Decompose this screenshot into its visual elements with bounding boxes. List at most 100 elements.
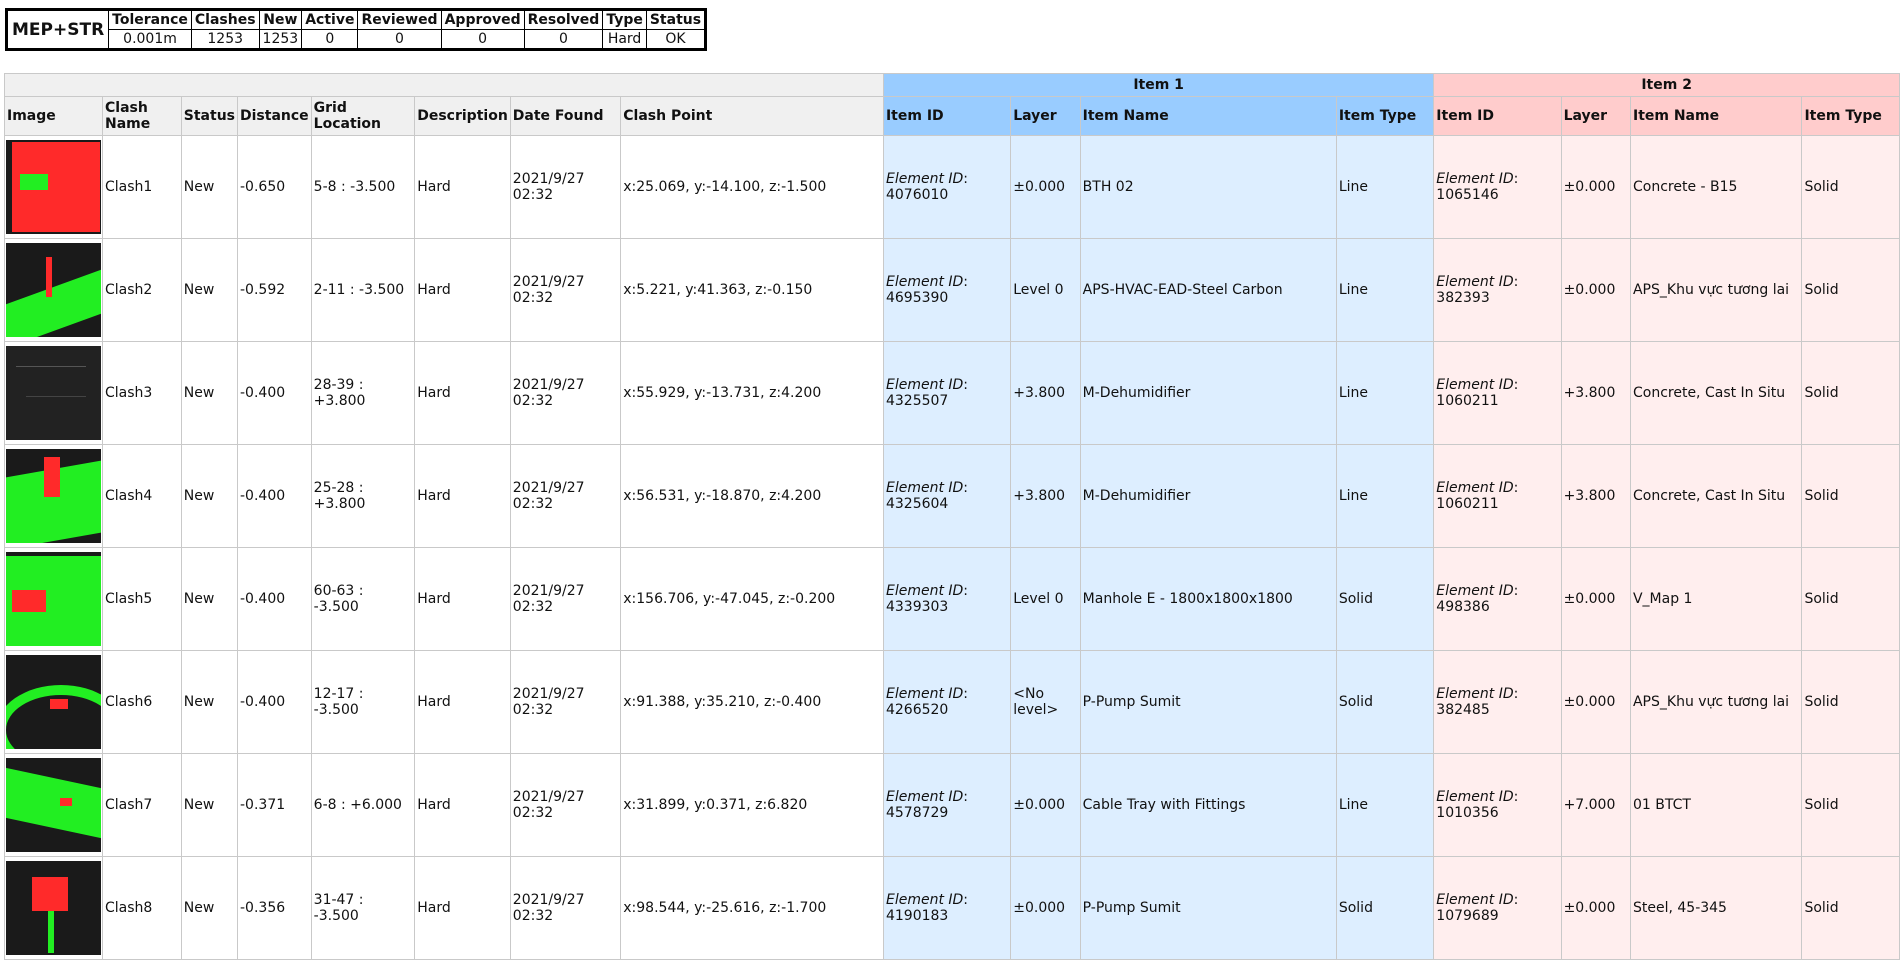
item2-name: 01 BTCT — [1629, 753, 1803, 857]
item2-type: Solid — [1801, 650, 1900, 754]
element-id-label: Element ID — [1436, 583, 1514, 599]
item2-id: Element ID: 1065146 — [1433, 135, 1562, 239]
clash-image-cell[interactable] — [4, 444, 103, 548]
item2-type: Solid — [1801, 444, 1900, 548]
item1-layer: ±0.000 — [1010, 135, 1081, 239]
thumb-shape — [6, 767, 101, 839]
clash-image-cell[interactable] — [4, 547, 103, 651]
clash-distance: -0.400 — [237, 341, 312, 445]
clash-date-found: 2021/9/27 02:32 — [509, 650, 622, 754]
item1-id-value: 4325604 — [885, 496, 949, 512]
item2-id-value: 1060211 — [1436, 393, 1499, 409]
clash-image-cell[interactable] — [4, 753, 103, 857]
table-row[interactable]: Clash4 New -0.400 25-28 : +3.800 Hard 20… — [4, 444, 1900, 548]
item2-layer: ±0.000 — [1560, 135, 1631, 239]
clash-grid-location: 5-8 : -3.500 — [310, 135, 416, 239]
clash-image-cell[interactable] — [4, 341, 103, 445]
clash-thumbnail[interactable] — [6, 758, 101, 852]
col-image: Image — [4, 96, 103, 136]
item2-id-value: 1079689 — [1436, 908, 1499, 924]
date: 2021/9/27 — [512, 583, 585, 599]
item2-type: Solid — [1801, 341, 1900, 445]
date: 2021/9/27 — [512, 274, 585, 290]
clash-grid-location: 2-11 : -3.500 — [310, 238, 416, 342]
table-row[interactable]: Clash5 New -0.400 60-63 : -3.500 Hard 20… — [4, 547, 1900, 651]
item1-name: P-Pump Sumit — [1079, 650, 1337, 754]
item2-id-value: 382485 — [1436, 702, 1490, 718]
item2-type: Solid — [1801, 135, 1900, 239]
clash-thumbnail[interactable] — [6, 346, 101, 440]
item1-type: Line — [1335, 753, 1435, 857]
clash-point: x:5.221, y:41.363, z:-0.150 — [620, 238, 884, 342]
clash-image-cell[interactable] — [4, 238, 103, 342]
item1-layer: <No level> — [1010, 650, 1081, 754]
thumb-shape — [48, 911, 54, 953]
time: 02:32 — [512, 496, 554, 512]
thumb-shape — [20, 174, 48, 190]
table-row[interactable]: Clash8 New -0.356 31-47 : -3.500 Hard 20… — [4, 856, 1900, 960]
clash-date-found: 2021/9/27 02:32 — [509, 238, 622, 342]
col-item1-name: Item Name — [1079, 96, 1337, 136]
clash-description: Hard — [414, 547, 511, 651]
summary-header: New — [258, 9, 303, 30]
clash-name: Clash2 — [102, 238, 182, 342]
item2-name: Steel, 45-345 — [1629, 856, 1803, 960]
clash-date-found: 2021/9/27 02:32 — [509, 547, 622, 651]
element-id-label: Element ID — [1436, 892, 1514, 908]
group-header-item1: Item 1 — [882, 73, 1435, 97]
time: 02:32 — [512, 290, 554, 306]
summary-value: 0 — [523, 29, 604, 50]
clash-status: New — [180, 547, 239, 651]
clash-thumbnail[interactable] — [6, 140, 101, 234]
table-row[interactable]: Clash1 New -0.650 5-8 : -3.500 Hard 2021… — [4, 135, 1900, 239]
table-row[interactable]: Clash6 New -0.400 12-17 : -3.500 Hard 20… — [4, 650, 1900, 754]
clash-grid-location: 12-17 : -3.500 — [310, 650, 416, 754]
summary-value: Hard — [602, 29, 647, 50]
summary-header-row: MEP+STR Tolerance Clashes New Active Rev… — [5, 9, 707, 50]
thumb-shape — [46, 257, 52, 297]
clash-image-cell[interactable] — [4, 650, 103, 754]
summary-header: Approved — [440, 9, 525, 30]
summary-value: 0 — [357, 29, 442, 50]
clash-image-cell[interactable] — [4, 856, 103, 960]
clash-point: x:98.544, y:-25.616, z:-1.700 — [620, 856, 884, 960]
summary-header: Status — [645, 9, 707, 30]
summary-value: 0 — [440, 29, 525, 50]
thumb-shape — [6, 269, 101, 337]
item1-name: Manhole E - 1800x1800x1800 — [1079, 547, 1337, 651]
thumb-shape — [32, 877, 68, 911]
clash-thumbnail[interactable] — [6, 243, 101, 337]
table-row[interactable]: Clash7 New -0.371 6-8 : +6.000 Hard 2021… — [4, 753, 1900, 857]
clash-thumbnail[interactable] — [6, 552, 101, 646]
item2-id: Element ID: 498386 — [1433, 547, 1562, 651]
clash-name: Clash8 — [102, 856, 182, 960]
clash-date-found: 2021/9/27 02:32 — [509, 753, 622, 857]
item1-id: Element ID: 4325507 — [882, 341, 1012, 445]
date: 2021/9/27 — [512, 377, 585, 393]
summary-value: 1253 — [190, 29, 260, 50]
clash-thumbnail[interactable] — [6, 449, 101, 543]
item2-type: Solid — [1801, 547, 1900, 651]
item2-layer: ±0.000 — [1560, 856, 1631, 960]
item1-id-value: 4695390 — [885, 290, 949, 306]
time: 02:32 — [512, 599, 554, 615]
clash-distance: -0.371 — [237, 753, 312, 857]
clash-thumbnail[interactable] — [6, 861, 101, 955]
table-row[interactable]: Clash3 New -0.400 28-39 : +3.800 Hard 20… — [4, 341, 1900, 445]
clash-point: x:25.069, y:-14.100, z:-1.500 — [620, 135, 884, 239]
element-id-label: Element ID — [1436, 686, 1514, 702]
clash-grid-location: 31-47 : -3.500 — [310, 856, 416, 960]
clash-thumbnail[interactable] — [6, 655, 101, 749]
col-item1-layer: Layer — [1010, 96, 1081, 136]
clash-point: x:31.899, y:0.371, z:6.820 — [620, 753, 884, 857]
table-row[interactable]: Clash2 New -0.592 2-11 : -3.500 Hard 202… — [4, 238, 1900, 342]
item1-type: Solid — [1335, 650, 1435, 754]
group-header-row: Item 1 Item 2 — [4, 73, 1900, 97]
item1-layer: Level 0 — [1010, 547, 1081, 651]
clash-status: New — [180, 444, 239, 548]
clash-image-cell[interactable] — [4, 135, 103, 239]
date: 2021/9/27 — [512, 171, 585, 187]
clash-description: Hard — [414, 238, 511, 342]
clash-description: Hard — [414, 341, 511, 445]
clash-distance: -0.400 — [237, 650, 312, 754]
